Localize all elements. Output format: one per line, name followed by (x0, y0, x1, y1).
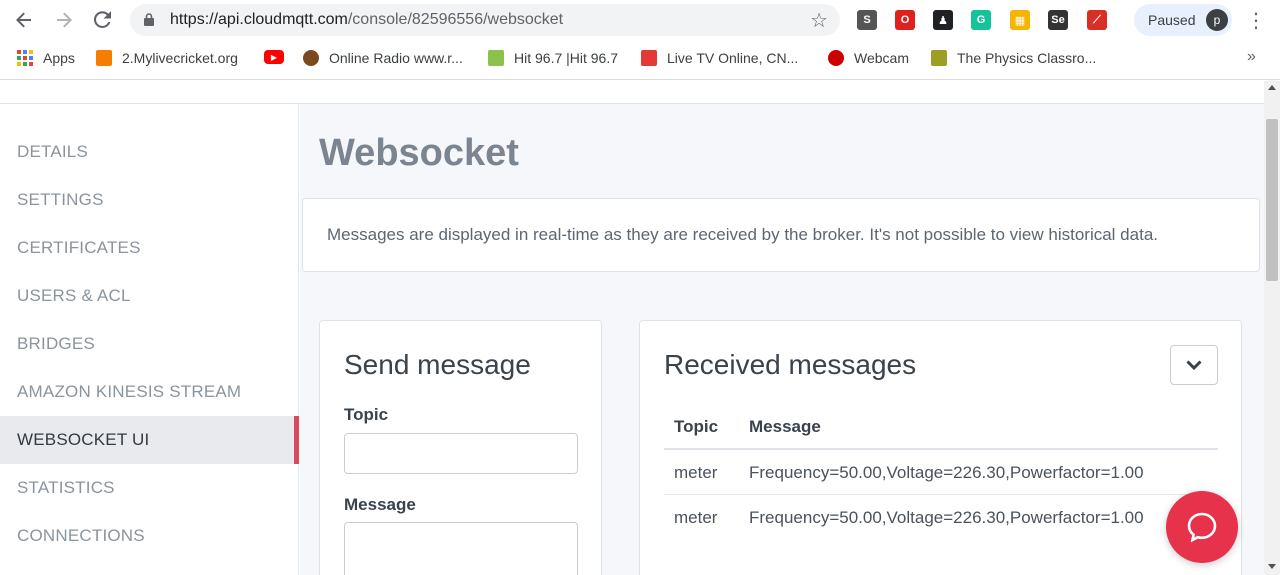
message-input[interactable] (344, 522, 578, 575)
table-row: meter Frequency=50.00,Voltage=226.30,Pow… (664, 450, 1218, 495)
bookmark-item[interactable]: Online Radio www.r... (303, 50, 463, 66)
send-message-panel: Send message Topic Message (319, 320, 602, 575)
sidebar-item-bridges[interactable]: BRIDGES (0, 320, 299, 368)
bookmark-item[interactable]: Hit 96.7 |Hit 96.7 (488, 50, 618, 66)
column-header-topic: Topic (674, 417, 719, 436)
received-messages-panel: Received messages Topic Message meter Fr… (639, 320, 1242, 575)
sidebar-item-statistics[interactable]: STATISTICS (0, 464, 299, 512)
topic-label: Topic (344, 405, 389, 424)
page-scrollbar[interactable] (1264, 81, 1280, 575)
row-topic: meter (674, 463, 718, 482)
row-message: Frequency=50.00,Voltage=226.30,Powerfact… (749, 463, 1144, 482)
reload-icon[interactable] (88, 6, 116, 34)
youtube-icon: ▶ (264, 50, 284, 64)
sidebar: DETAILS SETTINGS CERTIFICATES USERS & ACL BR… (0, 104, 299, 575)
radio-icon (303, 50, 319, 66)
pdf-extension-icon[interactable]: ⟋ (1087, 10, 1107, 30)
topic-input[interactable] (344, 433, 578, 474)
figure-extension-icon[interactable]: ♟ (933, 10, 953, 30)
sidebar-item-amazon-kinesis-stream[interactable]: AMAZON KINESIS STREAM (0, 368, 299, 416)
sidebar-item-settings[interactable]: SETTINGS (0, 176, 299, 224)
info-box: Messages are displayed in real-time as t… (302, 198, 1260, 272)
physics-icon (931, 50, 947, 66)
bookmark-label: The Physics Classro... (957, 50, 1097, 66)
bookmark-item[interactable]: 2.Mylivecricket.org (96, 50, 238, 66)
bookmark-star-icon[interactable]: ☆ (810, 8, 828, 33)
avatar: p (1206, 9, 1228, 31)
received-panel-title: Received messages (664, 349, 917, 380)
page-title: Websocket (319, 132, 519, 174)
chevron-down-icon (1186, 360, 1202, 370)
sidebar-item-websocket-ui[interactable]: WEBSOCKET UI (0, 416, 299, 464)
live-tv-icon (641, 50, 657, 66)
browser-menu-icon[interactable]: ⋮ (1246, 8, 1266, 33)
bookmark-item[interactable]: Webcam (828, 50, 909, 66)
sidebar-item-certificates[interactable]: CERTIFICATES (0, 224, 299, 272)
bookmark-item[interactable]: ▶ (264, 50, 294, 64)
chat-bubble-icon (1187, 512, 1217, 543)
row-topic: meter (674, 508, 718, 527)
lock-icon (144, 13, 154, 26)
calendar-extension-icon[interactable]: ▦ (1010, 10, 1030, 30)
bookmark-label: Webcam (854, 50, 909, 66)
bookmark-label: Hit 96.7 |Hit 96.7 (514, 50, 619, 66)
send-panel-title: Send message (344, 349, 531, 380)
url-host: https://api.cloudmqtt.com (170, 11, 348, 28)
more-bookmarks-icon[interactable]: » (1247, 48, 1256, 66)
main-area: Websocket Messages are displayed in real… (300, 104, 1264, 575)
selenium-extension-icon[interactable]: Se (1048, 10, 1068, 30)
s-extension-icon[interactable]: S (857, 10, 877, 30)
bookmark-label: Apps (43, 50, 75, 66)
collapse-button[interactable] (1170, 345, 1218, 385)
bookmark-item[interactable]: The Physics Classro... (931, 50, 1096, 66)
blogger-icon (96, 50, 112, 66)
sidebar-item-connections[interactable]: CONNECTIONS (0, 512, 299, 560)
back-arrow-icon[interactable] (10, 6, 38, 34)
bookmark-item[interactable]: Live TV Online, CN... (641, 50, 798, 66)
browser-toolbar: https://api.cloudmqtt.com/console/825965… (0, 0, 1280, 40)
table-row: meter Frequency=50.00,Voltage=226.30,Pow… (664, 495, 1218, 540)
message-label: Message (344, 495, 416, 514)
address-bar[interactable]: https://api.cloudmqtt.com/console/825965… (130, 4, 840, 36)
url-text: https://api.cloudmqtt.com/console/825965… (170, 11, 563, 29)
profile-status: Paused (1148, 12, 1196, 28)
row-message: Frequency=50.00,Voltage=226.30,Powerfact… (749, 508, 1144, 527)
info-text: Messages are displayed in real-time as t… (327, 225, 1158, 244)
bookmarks-bar: Apps 2.Mylivecricket.org ▶ Online Radio www… (0, 40, 1280, 80)
column-header-message: Message (749, 417, 821, 436)
bookmark-item[interactable]: Apps (17, 50, 75, 66)
hit-icon (488, 50, 504, 66)
chat-button[interactable] (1166, 491, 1238, 563)
scroll-down-arrow-icon[interactable] (1268, 564, 1276, 569)
forward-arrow-icon[interactable] (50, 6, 78, 34)
scroll-up-arrow-icon[interactable] (1268, 85, 1276, 90)
sidebar-item-users-acl[interactable]: USERS & ACL (0, 272, 299, 320)
sidebar-item-details[interactable]: DETAILS (0, 128, 299, 176)
grammarly-extension-icon[interactable]: G (971, 10, 991, 30)
bookmark-label: Online Radio www.r... (329, 50, 463, 66)
url-path: /console/82596556/websocket (347, 11, 564, 28)
apps-grid-icon (17, 50, 33, 66)
bookmark-label: Live TV Online, CN... (667, 50, 799, 66)
page-content: DETAILS SETTINGS CERTIFICATES USERS & ACL BR… (0, 81, 1264, 575)
bookmark-label: 2.Mylivecricket.org (122, 50, 238, 66)
scrollbar-thumb[interactable] (1266, 119, 1278, 281)
profile-button[interactable]: Paused p (1134, 4, 1232, 36)
opera-extension-icon[interactable]: O (895, 10, 915, 30)
webcam-icon (828, 50, 844, 66)
